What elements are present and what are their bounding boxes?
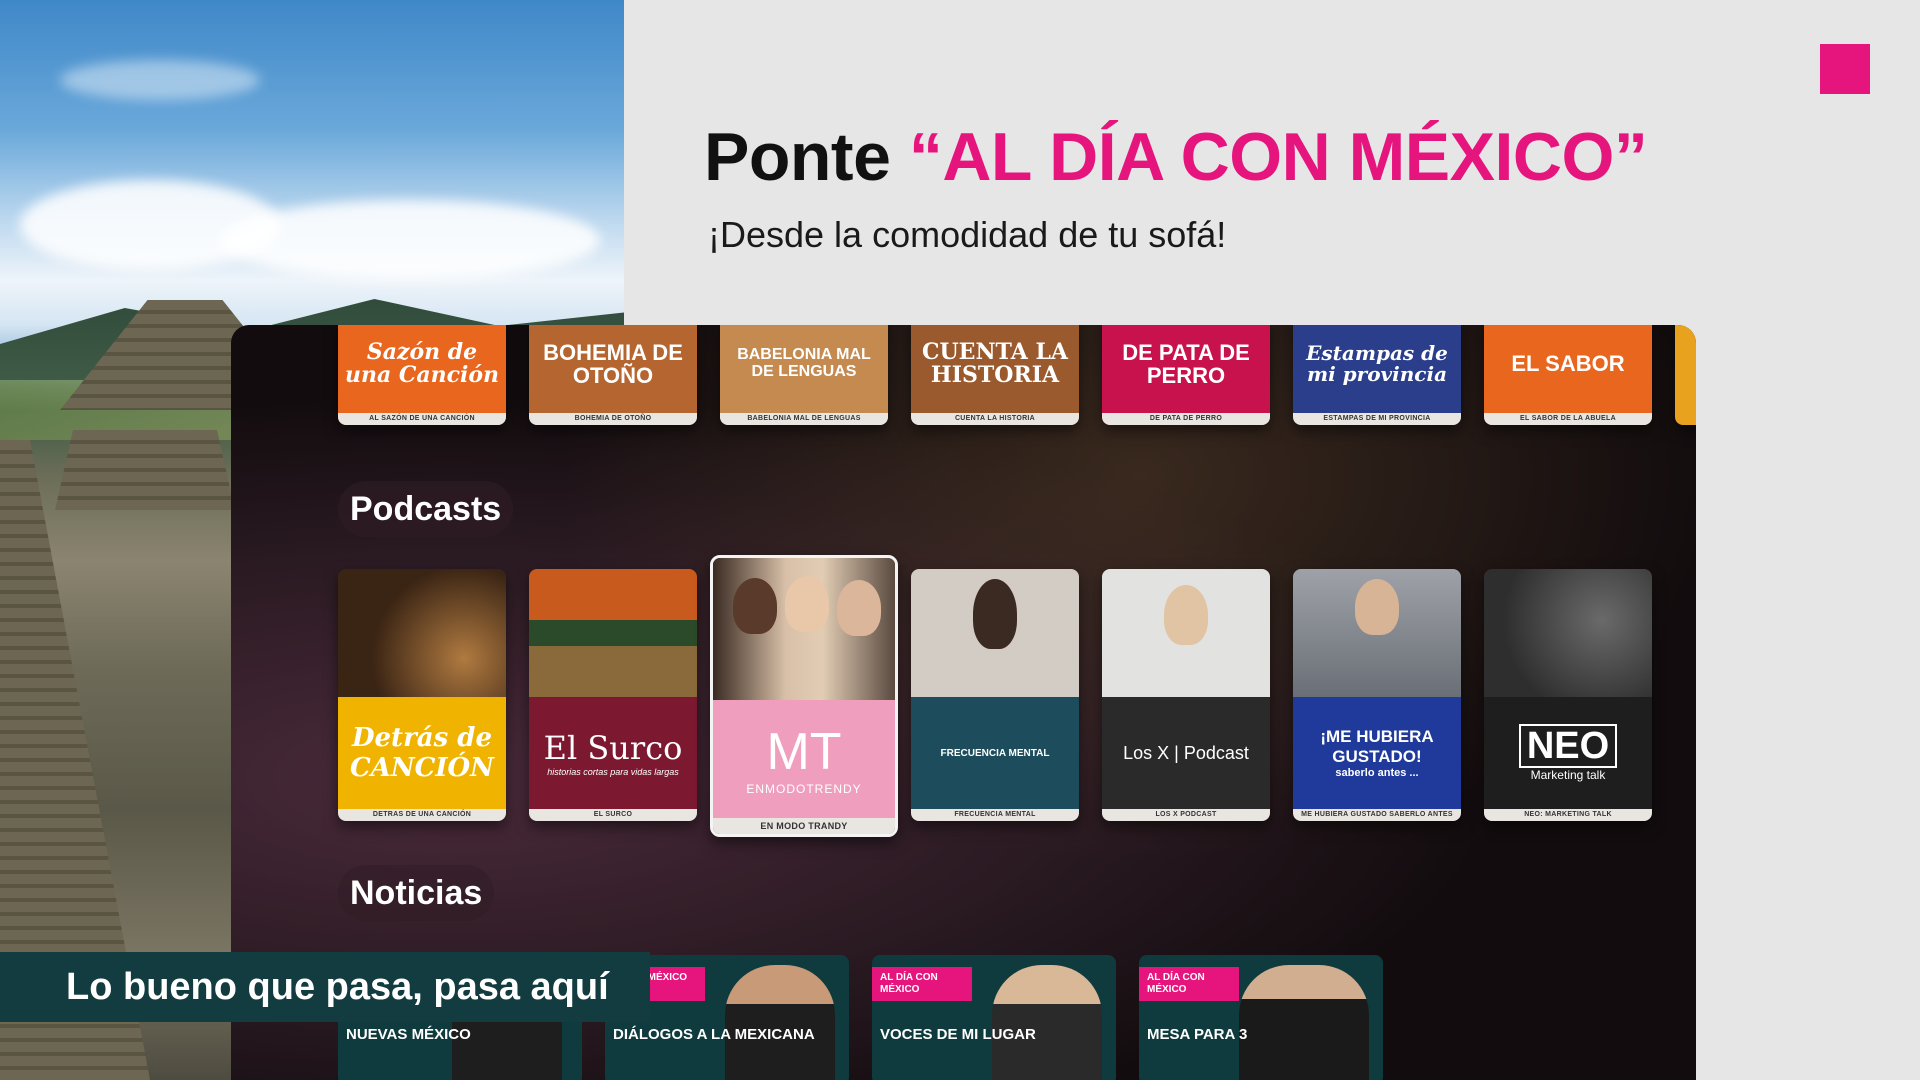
podcast-tile[interactable]: FRECUENCIA MENTAL FRECUENCIA MENTAL — [911, 569, 1079, 821]
podcast-brand: Detrás de CANCIÓN — [338, 697, 506, 809]
podcast-caption: DETRAS DE UNA CANCIÓN — [338, 809, 506, 821]
podcast-tagline: ENMODOTRENDY — [746, 782, 862, 796]
brand-square — [1820, 44, 1870, 94]
subtitle: ¡Desde la comodidad de tu sofá! — [708, 214, 1227, 255]
podcast-tile[interactable]: Detrás de CANCIÓN DETRAS DE UNA CANCIÓN — [338, 569, 506, 821]
podcast-caption: NEO: MARKETING TALK — [1484, 809, 1652, 821]
podcast-caption: EN MODO TRANDY — [713, 818, 895, 834]
news-tile[interactable]: AL DÍA CON MÉXICO VOCES DE MI LUGAR — [872, 955, 1116, 1080]
program-tile[interactable]: CUENTA LA HISTORIA CUENTA LA HISTORIA — [911, 325, 1079, 425]
podcast-brand: El Surco — [543, 729, 683, 767]
podcast-caption: LOS X PODCAST — [1102, 809, 1270, 821]
section-noticias: Noticias — [338, 865, 495, 921]
podcast-tagline: historias cortas para vidas largas — [547, 767, 679, 777]
tile-art: EL SABOR — [1511, 351, 1625, 377]
tile-caption: ESTAMPAS DE MI PROVINCIA — [1293, 413, 1461, 425]
program-tile[interactable]: Sazón de una Canción AL SAZÓN DE UNA CAN… — [338, 325, 506, 425]
podcast-brand: NEO — [1518, 724, 1618, 768]
podcast-tagline: Marketing talk — [1530, 768, 1606, 782]
podcast-tile[interactable]: El Surco historias cortas para vidas lar… — [529, 569, 697, 821]
tile-caption: EL SABOR DE LA ABUELA — [1484, 413, 1652, 425]
podcast-caption: ME HUBIERA GUSTADO SABERLO ANTES — [1293, 809, 1461, 821]
tile-caption: BOHEMIA DE OTOÑO — [529, 413, 697, 425]
news-tag: AL DÍA CON MÉXICO — [1139, 967, 1239, 1001]
podcast-caption: EL SURCO — [529, 809, 697, 821]
headline: Ponte “AL DÍA CON MÉXICO” — [704, 118, 1648, 196]
podcast-brand: ¡ME HUBIERA GUSTADO! — [1320, 727, 1434, 766]
program-tile[interactable]: EL SABOR EL SABOR DE LA ABUELA — [1484, 325, 1652, 425]
headline-accent: “AL DÍA CON MÉXICO” — [908, 119, 1648, 195]
news-show: NUEVAS MÉXICO — [346, 1026, 471, 1043]
podcast-tile-focused[interactable]: MT ENMODOTRENDY EN MODO TRANDY — [710, 555, 898, 837]
section-podcasts: Podcasts — [338, 481, 514, 537]
headline-prefix: Ponte — [704, 119, 891, 195]
tile-art: BABELONIA MAL DE LENGUAS — [737, 346, 871, 380]
program-tile[interactable]: BABELONIA MAL DE LENGUAS BABELONIA MAL D… — [720, 325, 888, 425]
news-show: DIÁLOGOS A LA MEXICANA — [613, 1026, 815, 1043]
news-tag: AL DÍA CON MÉXICO — [872, 967, 972, 1001]
podcast-brand: MT — [766, 723, 842, 781]
tile-art: Estampas de mi provincia — [1306, 341, 1448, 386]
podcast-tile[interactable]: NEO Marketing talk NEO: MARKETING TALK — [1484, 569, 1652, 821]
program-tile-partial[interactable] — [1675, 325, 1696, 425]
program-tile[interactable]: Estampas de mi provincia ESTAMPAS DE MI … — [1293, 325, 1461, 425]
tile-art: DE PATA DE PERRO — [1122, 339, 1250, 388]
program-tile[interactable]: DE PATA DE PERRO DE PATA DE PERRO — [1102, 325, 1270, 425]
tile-art: CUENTA LA HISTORIA — [921, 338, 1068, 388]
news-tile[interactable]: AL DÍA CON MÉXICO MESA PARA 3 — [1139, 955, 1383, 1080]
tile-art: BOHEMIA DE OTOÑO — [543, 339, 683, 388]
podcast-caption: FRECUENCIA MENTAL — [911, 809, 1079, 821]
tile-caption: CUENTA LA HISTORIA — [911, 413, 1079, 425]
tagline-banner: Lo bueno que pasa, pasa aquí — [0, 952, 650, 1022]
tile-art: Sazón de una Canción — [344, 338, 500, 388]
tile-caption: DE PATA DE PERRO — [1102, 413, 1270, 425]
tile-caption: AL SAZÓN DE UNA CANCIÓN — [338, 413, 506, 425]
program-tile[interactable]: BOHEMIA DE OTOÑO BOHEMIA DE OTOÑO — [529, 325, 697, 425]
news-show: VOCES DE MI LUGAR — [880, 1026, 1036, 1043]
podcast-tagline: saberlo antes ... — [1335, 767, 1419, 779]
podcast-tile[interactable]: Los X | Podcast LOS X PODCAST — [1102, 569, 1270, 821]
podcast-brand: Los X | Podcast — [1102, 697, 1270, 809]
tile-caption: BABELONIA MAL DE LENGUAS — [720, 413, 888, 425]
podcast-tile[interactable]: ¡ME HUBIERA GUSTADO! saberlo antes ... M… — [1293, 569, 1461, 821]
podcast-brand: FRECUENCIA MENTAL — [911, 697, 1079, 809]
news-show: MESA PARA 3 — [1147, 1026, 1248, 1043]
